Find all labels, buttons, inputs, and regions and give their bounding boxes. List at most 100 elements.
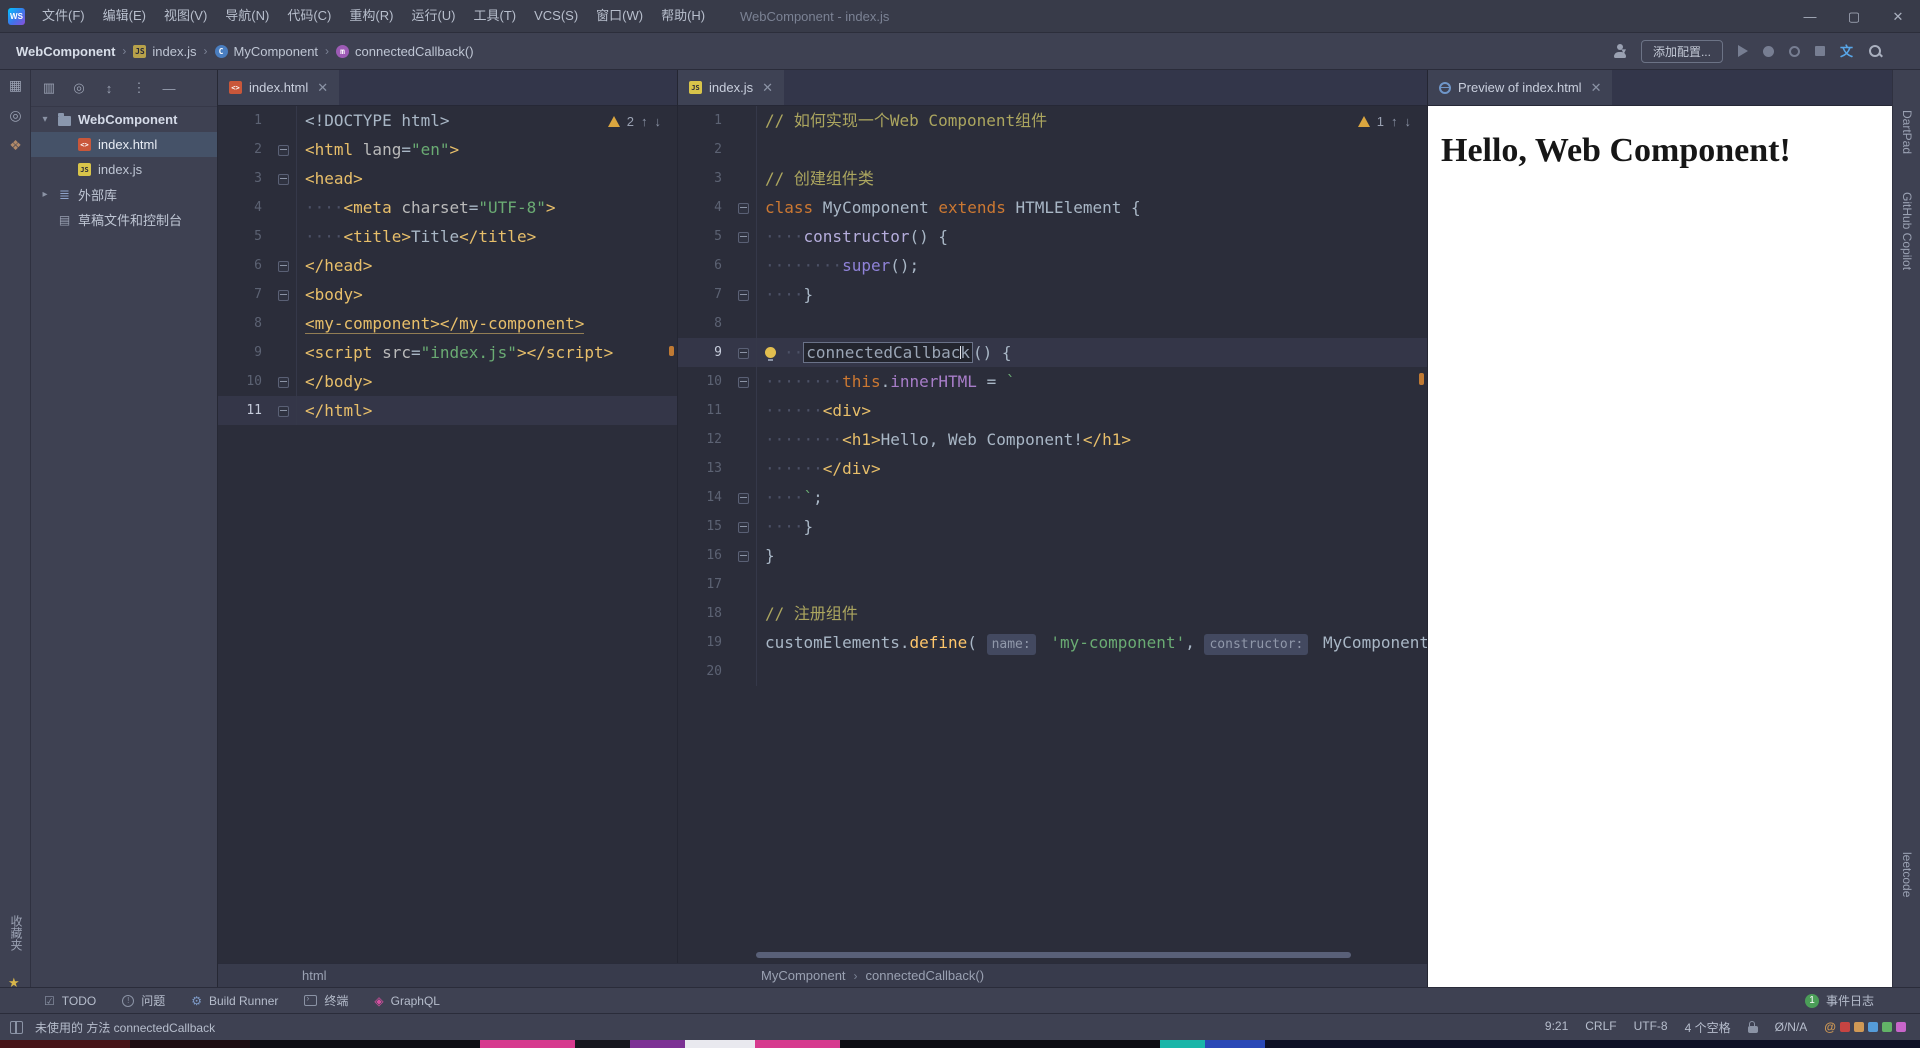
- menu-item[interactable]: 工具(T): [464, 0, 525, 32]
- code-line[interactable]: 3// 创建组件类: [678, 164, 1427, 193]
- fold-marker-icon[interactable]: [278, 174, 289, 185]
- toolwindow-button[interactable]: ◈ GraphQL: [374, 994, 440, 1008]
- gutter-fold-column[interactable]: [272, 193, 297, 222]
- inspections-widget[interactable]: 1 ↑ ↓: [1357, 114, 1412, 129]
- code-line[interactable]: 10 ········this.innerHTML = `: [678, 367, 1427, 396]
- gutter-fold-column[interactable]: [732, 425, 757, 454]
- gutter-fold-column[interactable]: [732, 309, 757, 338]
- code-line[interactable]: 7 ····}: [678, 280, 1427, 309]
- toolwindow-button[interactable]: ☑ TODO: [44, 994, 96, 1008]
- gutter-fold-column[interactable]: [272, 164, 297, 193]
- fold-marker-icon[interactable]: [278, 261, 289, 272]
- code-line[interactable]: 8: [678, 309, 1427, 338]
- gutter-fold-column[interactable]: [732, 164, 757, 193]
- translate-icon[interactable]: 文: [1840, 45, 1853, 58]
- menu-item[interactable]: 文件(F): [33, 0, 94, 32]
- next-problem-arrow-icon[interactable]: ↓: [1405, 114, 1412, 129]
- fold-marker-icon[interactable]: [738, 522, 749, 533]
- code-line[interactable]: 2 <html lang="en">: [218, 135, 677, 164]
- fold-marker-icon[interactable]: [278, 290, 289, 301]
- breadcrumb-item[interactable]: JS index.js: [133, 44, 197, 59]
- gutter-fold-column[interactable]: [732, 193, 757, 222]
- chevron-icon[interactable]: ▸: [39, 189, 51, 200]
- menu-item[interactable]: 视图(V): [155, 0, 216, 32]
- prev-problem-arrow-icon[interactable]: ↑: [1391, 114, 1398, 129]
- code-line[interactable]: 9 ·· connectedCallback() {: [678, 338, 1427, 367]
- tree-item[interactable]: JS index.js: [31, 157, 217, 182]
- status-item[interactable]: 4 个空格: [1685, 1019, 1731, 1036]
- tree-item[interactable]: ▤ 草稿文件和控制台: [31, 207, 217, 232]
- tab-index-js[interactable]: JS index.js ✕: [678, 70, 784, 105]
- code-line[interactable]: 5 ····<title>Title</title>: [218, 222, 677, 251]
- horizontal-scrollbar[interactable]: [756, 952, 1351, 958]
- close-tab-icon[interactable]: ✕: [317, 80, 328, 96]
- project-toolbar-icon[interactable]: ▥: [41, 80, 57, 96]
- toolwindow-button[interactable]: leetcode: [1900, 852, 1914, 897]
- breadcrumb-item[interactable]: MyComponent: [761, 968, 846, 983]
- tab-preview[interactable]: Preview of index.html ✕: [1428, 70, 1613, 105]
- tab-index-html[interactable]: <> index.html ✕: [218, 70, 340, 105]
- gutter-fold-column[interactable]: [732, 512, 757, 541]
- gutter-fold-column[interactable]: [732, 396, 757, 425]
- commit-toolwindow-icon[interactable]: ◎: [6, 106, 25, 125]
- gutter-fold-column[interactable]: [272, 396, 297, 425]
- code-line[interactable]: 5 ····constructor() {: [678, 222, 1427, 251]
- code-line[interactable]: 4 ····<meta charset="UTF-8">: [218, 193, 677, 222]
- debug-icon[interactable]: [1762, 45, 1774, 57]
- code-line[interactable]: 11 ······<div>: [678, 396, 1427, 425]
- gutter-fold-column[interactable]: [732, 541, 757, 570]
- menu-item[interactable]: VCS(S): [525, 0, 587, 32]
- code-line[interactable]: 16}: [678, 541, 1427, 570]
- gutter-fold-column[interactable]: [732, 367, 757, 396]
- warning-stripe-mark[interactable]: [1419, 373, 1424, 385]
- code-line[interactable]: 17: [678, 570, 1427, 599]
- rename-template-field[interactable]: connectedCallback: [803, 342, 974, 363]
- lock-icon[interactable]: [1747, 1021, 1758, 1033]
- code-line[interactable]: 14 ····`;: [678, 483, 1427, 512]
- gutter-fold-column[interactable]: [732, 454, 757, 483]
- code-line[interactable]: 6 </head>: [218, 251, 677, 280]
- breadcrumb-html[interactable]: html: [218, 968, 677, 983]
- status-extra[interactable]: Ø/N/A: [1775, 1020, 1808, 1034]
- gutter-fold-column[interactable]: [272, 367, 297, 396]
- minimize-button[interactable]: —: [1788, 0, 1832, 33]
- gutter-fold-column[interactable]: [272, 135, 297, 164]
- breadcrumb-item[interactable]: connectedCallback(): [866, 968, 985, 983]
- run-icon[interactable]: [1737, 45, 1748, 57]
- tree-item[interactable]: ▾ WebComponent: [31, 107, 217, 132]
- fold-marker-icon[interactable]: [738, 493, 749, 504]
- breadcrumb-item[interactable]: C MyComponent: [214, 44, 318, 59]
- code-line[interactable]: 3 <head>: [218, 164, 677, 193]
- inspections-widget[interactable]: 2 ↑ ↓: [607, 114, 661, 129]
- code-line[interactable]: 13 ······</div>: [678, 454, 1427, 483]
- project-toolbar-icon[interactable]: ◎: [71, 80, 87, 96]
- tree-item[interactable]: ▸ ≣ 外部库: [31, 182, 217, 207]
- tree-item[interactable]: <> index.html: [31, 132, 217, 157]
- menu-item[interactable]: 窗口(W): [587, 0, 652, 32]
- gutter-fold-column[interactable]: [732, 280, 757, 309]
- gutter-fold-column[interactable]: [732, 570, 757, 599]
- gutter-fold-column[interactable]: [732, 628, 757, 657]
- fold-marker-icon[interactable]: [738, 377, 749, 388]
- event-log-button[interactable]: 1 事件日志: [1804, 992, 1874, 1009]
- gutter-fold-column[interactable]: [272, 338, 297, 367]
- menu-item[interactable]: 重构(R): [340, 0, 402, 32]
- fold-marker-icon[interactable]: [738, 348, 749, 359]
- structure-toolwindow-icon[interactable]: ❖: [6, 136, 25, 155]
- fold-marker-icon[interactable]: [278, 377, 289, 388]
- menu-item[interactable]: 编辑(E): [94, 0, 155, 32]
- project-toolbar-icon[interactable]: ⋮: [131, 80, 147, 96]
- status-item[interactable]: CRLF: [1585, 1019, 1616, 1036]
- code-line[interactable]: 18// 注册组件: [678, 599, 1427, 628]
- breadcrumb-item[interactable]: m connectedCallback(): [336, 44, 474, 59]
- code-line[interactable]: 6 ········super();: [678, 251, 1427, 280]
- close-button[interactable]: ✕: [1876, 0, 1920, 33]
- gutter-fold-column[interactable]: [272, 280, 297, 309]
- project-toolwindow-icon[interactable]: ▦: [6, 76, 25, 95]
- project-toolbar-icon[interactable]: —: [161, 81, 177, 96]
- profiler-icon[interactable]: [1788, 45, 1800, 57]
- gutter-fold-column[interactable]: [732, 483, 757, 512]
- code-line[interactable]: 20: [678, 657, 1427, 686]
- gutter-fold-column[interactable]: [732, 338, 757, 367]
- user-account-button[interactable]: ▾: [1613, 44, 1627, 58]
